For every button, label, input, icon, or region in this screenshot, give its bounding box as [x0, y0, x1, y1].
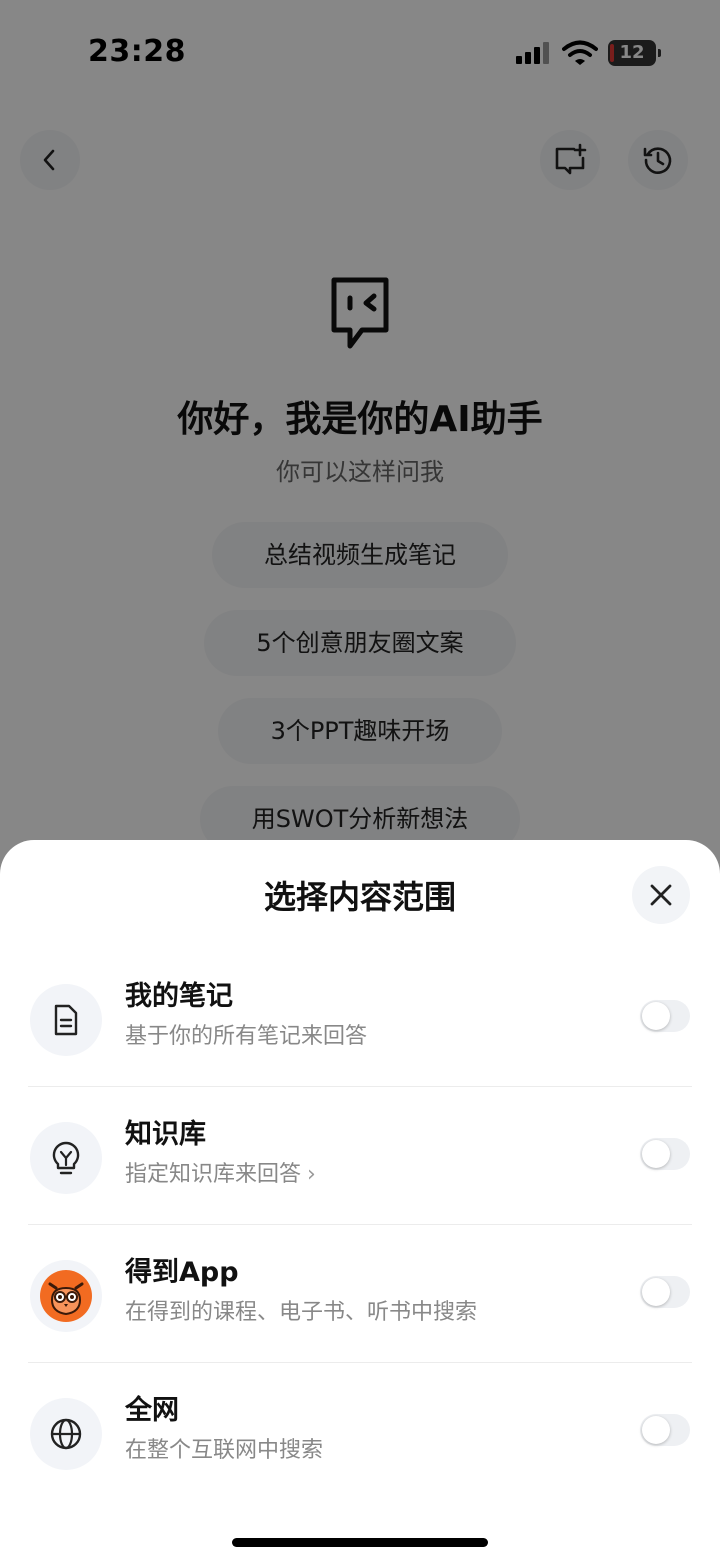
toggle-knob: [642, 1002, 670, 1030]
option-description: 指定知识库来回答: [125, 1162, 302, 1187]
lightbulb-icon: [30, 1122, 102, 1194]
knowledge-base-link[interactable]: 指定知识库来回答 ›: [125, 1156, 316, 1188]
divider: [28, 1086, 692, 1087]
option-title: 我的笔记: [125, 981, 233, 1012]
option-description: 在得到的课程、电子书、听书中搜索: [125, 1300, 478, 1325]
option-description: 在整个互联网中搜索: [125, 1438, 324, 1463]
my-notes-toggle[interactable]: [640, 1000, 690, 1032]
divider: [28, 1362, 692, 1363]
option-description: 基于你的所有笔记来回答: [125, 1024, 368, 1049]
option-whole-web: 全网 在整个互联网中搜索: [0, 1374, 720, 1512]
app-screen: 23:28 12 你好，我是你的AI助手 你可以这样问我 总结视频生成笔记 5个…: [0, 0, 720, 1561]
option-title: 得到App: [125, 1257, 239, 1288]
sheet-title: 选择内容范围: [263, 878, 456, 916]
content-scope-sheet: 选择内容范围 我的笔记 基于你的所有笔记来回答 知识库 指定知识库来回答 › 得…: [0, 840, 720, 1561]
option-my-notes: 我的笔记 基于你的所有笔记来回答: [0, 960, 720, 1098]
dedao-app-toggle[interactable]: [640, 1276, 690, 1308]
home-indicator[interactable]: [232, 1538, 488, 1547]
globe-icon: [30, 1398, 102, 1470]
toggle-knob: [642, 1416, 670, 1444]
owl-logo-icon: [30, 1260, 102, 1332]
close-button[interactable]: [632, 866, 690, 924]
divider: [28, 1224, 692, 1225]
document-icon: [30, 984, 102, 1056]
whole-web-toggle[interactable]: [640, 1414, 690, 1446]
toggle-knob: [642, 1140, 670, 1168]
toggle-knob: [642, 1278, 670, 1306]
knowledge-base-toggle[interactable]: [640, 1138, 690, 1170]
option-knowledge-base: 知识库 指定知识库来回答 ›: [0, 1098, 720, 1236]
option-title: 知识库: [125, 1119, 206, 1150]
close-icon: [650, 884, 672, 906]
option-title: 全网: [125, 1395, 179, 1426]
chevron-right-icon: ›: [307, 1162, 316, 1187]
option-dedao-app: 得到App 在得到的课程、电子书、听书中搜索: [0, 1236, 720, 1374]
